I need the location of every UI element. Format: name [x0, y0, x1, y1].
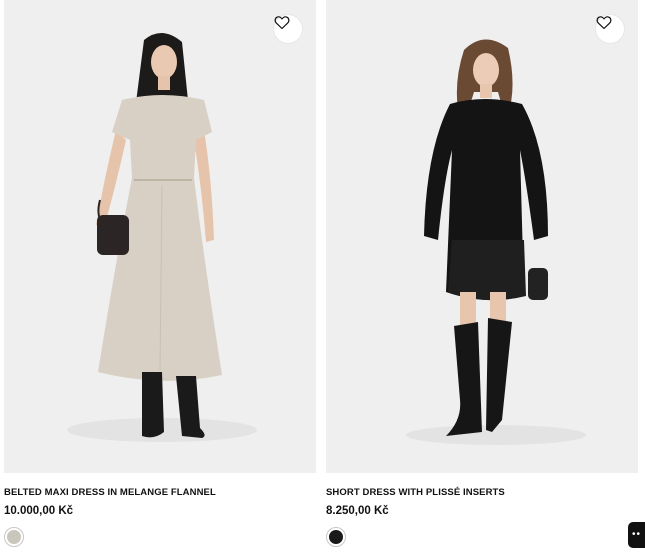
model-photo-short-dress [326, 0, 638, 473]
product-card-short-dress-plisse[interactable]: SHORT DRESS WITH PLISSÉ INSERTS 8.250,00… [326, 0, 638, 547]
product-card-belted-maxi-dress[interactable]: BELTED MAXI DRESS IN MELANGE FLANNEL 10.… [4, 0, 316, 547]
chat-dots-icon: •• [631, 529, 641, 540]
chat-button[interactable]: •• [628, 522, 645, 548]
color-swatch-beige[interactable] [4, 527, 24, 547]
swatch-fill [7, 530, 21, 544]
color-swatch-black[interactable] [326, 527, 346, 547]
product-grid: BELTED MAXI DRESS IN MELANGE FLANNEL 10.… [0, 0, 645, 560]
product-title[interactable]: BELTED MAXI DRESS IN MELANGE FLANNEL [4, 487, 216, 498]
heart-outline-icon [274, 16, 290, 30]
product-image[interactable] [4, 0, 316, 473]
favorite-button[interactable] [274, 15, 302, 43]
product-price: 10.000,00 Kč [4, 505, 74, 517]
model-photo-belted-maxi [4, 0, 316, 473]
favorite-button[interactable] [596, 15, 624, 43]
product-price: 8.250,00 Kč [326, 505, 389, 517]
product-image[interactable] [326, 0, 638, 473]
product-title[interactable]: SHORT DRESS WITH PLISSÉ INSERTS [326, 487, 505, 498]
heart-outline-icon [596, 16, 612, 30]
swatch-fill [329, 530, 343, 544]
